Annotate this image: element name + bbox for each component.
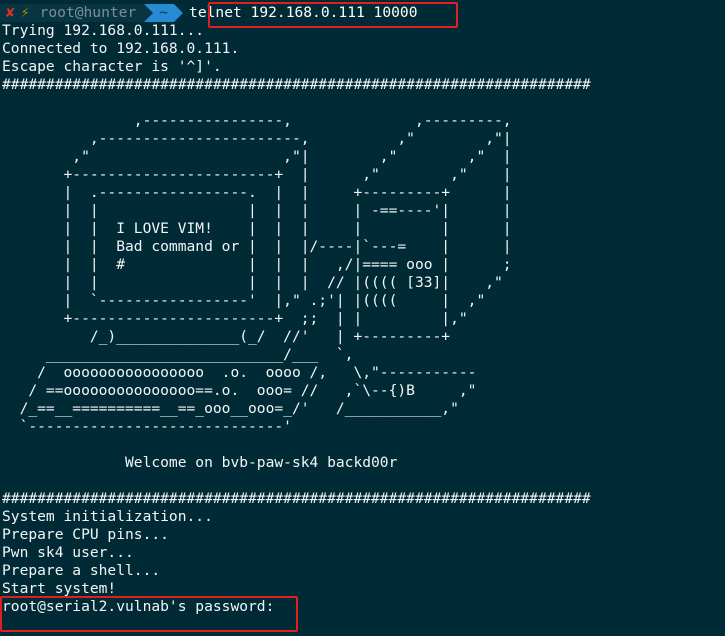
- boot-line: System initialization...: [2, 508, 213, 525]
- lightning-icon: ⚡: [20, 4, 30, 21]
- prompt-user-host: root@hunter: [33, 4, 145, 22]
- banner-line: | | I LOVE VIM! | | | | | |: [2, 220, 512, 237]
- separator-line: ########################################…: [2, 76, 591, 93]
- command-highlight-box: [208, 2, 458, 28]
- output-line: Escape character is '^]'.: [2, 58, 222, 75]
- banner-line: | | | | | // |(((( [33]| ,": [2, 274, 503, 291]
- banner-line: | | | | | | -==----'| |: [2, 202, 512, 219]
- x-icon: ✘: [6, 4, 15, 21]
- banner-line: | | Bad command or | | |/----|`---= | |: [2, 238, 512, 255]
- banner-line: /_)______________(_/ //' | +---------+: [2, 328, 451, 345]
- banner-line: / oooooooooooooooo .o. oooo /, \,"------…: [2, 364, 477, 381]
- terminal-window[interactable]: ✘ ⚡ root@hunter ~ telnet 192.168.0.111 1…: [0, 0, 725, 636]
- banner-line: ,-----------------------, ," ,"|: [2, 130, 512, 147]
- boot-line: Prepare CPU pins...: [2, 526, 169, 543]
- output-line: Trying 192.168.0.111...: [2, 22, 205, 39]
- password-highlight-box: [0, 596, 298, 632]
- welcome-message: Welcome on bvb-paw-sk4 backd00r: [2, 454, 398, 471]
- prompt-directory: ~: [153, 4, 175, 22]
- boot-line: Pwn sk4 user...: [2, 544, 134, 561]
- boot-line: Prepare a shell...: [2, 562, 161, 579]
- prompt-status-segment: ✘ ⚡: [0, 4, 34, 22]
- banner-line: /_==__==========__==_ooo__ooo=_/' /_____…: [2, 400, 459, 417]
- prompt-separator-arrow: [144, 4, 154, 22]
- banner-line: | `-----------------' |," .;'| |(((( | ,…: [2, 292, 486, 309]
- banner-line: +-----------------------+ | ," ," |: [2, 166, 512, 183]
- banner-line: | | # | | | ,/|==== ooo | ;: [2, 256, 512, 273]
- output-line: Connected to 192.168.0.111.: [2, 40, 240, 57]
- separator-line: ########################################…: [2, 490, 591, 507]
- banner-line: ," ,"| ," ," |: [2, 148, 512, 165]
- banner-line: ,----------------, ,---------,: [2, 112, 512, 129]
- prompt-end-arrow: [174, 4, 184, 22]
- banner-line: ___________________________/___ `,: [2, 346, 354, 363]
- banner-line: | .-----------------. | | +---------+ |: [2, 184, 512, 201]
- banner-line: +-----------------------+ ;; | | |,": [2, 310, 468, 327]
- banner-line: `-----------------------------': [2, 418, 292, 435]
- banner-line: / ==ooooooooooooooo==.o. ooo= // ,`\--{)…: [2, 382, 477, 399]
